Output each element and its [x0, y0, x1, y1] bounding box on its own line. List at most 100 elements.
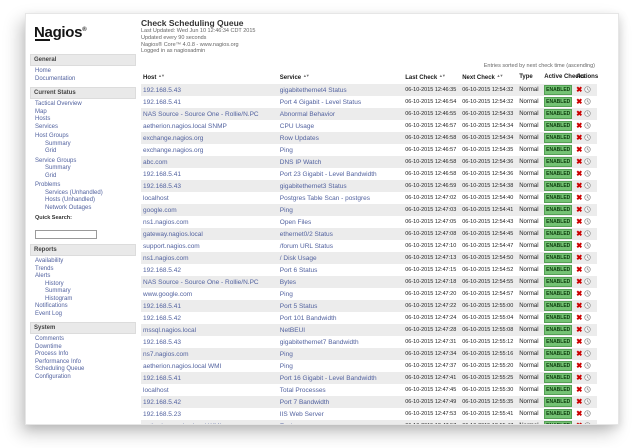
remove-event-x-icon[interactable]: ✖: [576, 337, 582, 346]
sidebar-item-trends[interactable]: Trends: [30, 266, 136, 274]
service-link[interactable]: NetBEUI: [280, 327, 305, 334]
host-link[interactable]: mssql.nagios.local: [143, 327, 196, 334]
sidebar-item-process-info[interactable]: Process Info: [30, 351, 136, 359]
remove-event-x-icon[interactable]: ✖: [576, 277, 582, 286]
reschedule-clock-icon[interactable]: [584, 362, 591, 370]
reschedule-clock-icon[interactable]: [584, 350, 591, 358]
reschedule-clock-icon[interactable]: [584, 230, 591, 238]
host-link[interactable]: 192.168.5.41: [143, 303, 181, 310]
host-link[interactable]: 192.168.5.43: [143, 87, 181, 94]
reschedule-clock-icon[interactable]: [584, 266, 591, 274]
sidebar-item-problems[interactable]: Problems: [30, 182, 136, 190]
host-link[interactable]: 192.168.5.42: [143, 399, 181, 406]
remove-event-x-icon[interactable]: ✖: [576, 145, 582, 154]
sidebar-item-downtime[interactable]: Downtime: [30, 344, 136, 352]
host-link[interactable]: abc.com: [143, 159, 168, 166]
reschedule-clock-icon[interactable]: [584, 194, 591, 202]
reschedule-clock-icon[interactable]: [584, 410, 591, 418]
service-link[interactable]: ethernet0/2 Status: [280, 231, 333, 238]
service-link[interactable]: Bytes: [280, 279, 296, 286]
reschedule-clock-icon[interactable]: [584, 314, 591, 322]
host-link[interactable]: NAS Source - Source One - Rollie/N.PC: [143, 279, 259, 286]
sidebar-item-home[interactable]: Home: [30, 68, 136, 76]
reschedule-clock-icon[interactable]: [584, 206, 591, 214]
service-link[interactable]: Ping: [280, 351, 293, 358]
remove-event-x-icon[interactable]: ✖: [576, 301, 582, 310]
sidebar-item-notifications[interactable]: Notifications: [30, 303, 136, 311]
service-link[interactable]: gigabitethernet3 Status: [280, 183, 347, 190]
remove-event-x-icon[interactable]: ✖: [576, 325, 582, 334]
reschedule-clock-icon[interactable]: [584, 386, 591, 394]
sidebar-item-network-outages[interactable]: Network Outages: [30, 205, 136, 213]
sidebar-item-service-groups[interactable]: Service Groups: [30, 158, 136, 166]
remove-event-x-icon[interactable]: ✖: [576, 409, 582, 418]
sidebar-item-comments[interactable]: Comments: [30, 336, 136, 344]
service-link[interactable]: Ping: [280, 207, 293, 214]
service-link[interactable]: Port 7 Bandwidth: [280, 399, 330, 406]
service-link[interactable]: Port 23 Gigabit - Level Bandwidth: [280, 171, 377, 178]
service-link[interactable]: CPU Usage: [280, 123, 314, 130]
sidebar-item-map[interactable]: Map: [30, 109, 136, 117]
reschedule-clock-icon[interactable]: [584, 422, 591, 425]
reschedule-clock-icon[interactable]: [584, 98, 591, 106]
remove-event-x-icon[interactable]: ✖: [576, 385, 582, 394]
service-link[interactable]: Ping: [280, 291, 293, 298]
host-link[interactable]: aetherion.nagios.local WMI: [143, 423, 221, 425]
reschedule-clock-icon[interactable]: [584, 182, 591, 190]
reschedule-clock-icon[interactable]: [584, 326, 591, 334]
sidebar-item-history[interactable]: History: [30, 281, 136, 289]
reschedule-clock-icon[interactable]: [584, 374, 591, 382]
remove-event-x-icon[interactable]: ✖: [576, 109, 582, 118]
remove-event-x-icon[interactable]: ✖: [576, 157, 582, 166]
reschedule-clock-icon[interactable]: [584, 398, 591, 406]
service-link[interactable]: Open Files: [280, 219, 311, 226]
host-link[interactable]: 192.168.5.42: [143, 315, 181, 322]
reschedule-clock-icon[interactable]: [584, 158, 591, 166]
remove-event-x-icon[interactable]: ✖: [576, 289, 582, 298]
service-link[interactable]: gigabitethernet4 Status: [280, 87, 347, 94]
remove-event-x-icon[interactable]: ✖: [576, 85, 582, 94]
remove-event-x-icon[interactable]: ✖: [576, 217, 582, 226]
sidebar-item-alerts[interactable]: Alerts: [30, 273, 136, 281]
reschedule-clock-icon[interactable]: [584, 146, 591, 154]
service-link[interactable]: Port 5 Status: [280, 303, 318, 310]
remove-event-x-icon[interactable]: ✖: [576, 181, 582, 190]
service-link[interactable]: Port 4 Gigabit - Level Status: [280, 99, 361, 106]
sidebar-item-tactical-overview[interactable]: Tactical Overview: [30, 101, 136, 109]
sidebar-item-grid[interactable]: Grid: [30, 173, 136, 181]
sidebar-item-services-unhandled[interactable]: Services (Unhandled): [30, 190, 136, 198]
reschedule-clock-icon[interactable]: [584, 290, 591, 298]
service-link[interactable]: Explorer: [280, 423, 304, 425]
host-link[interactable]: ns7.nagios.com: [143, 351, 189, 358]
remove-event-x-icon[interactable]: ✖: [576, 121, 582, 130]
remove-event-x-icon[interactable]: ✖: [576, 133, 582, 142]
remove-event-x-icon[interactable]: ✖: [576, 241, 582, 250]
service-link[interactable]: gigabitethernet7 Bandwidth: [280, 339, 359, 346]
remove-event-x-icon[interactable]: ✖: [576, 253, 582, 262]
service-link[interactable]: Row Updates: [280, 135, 319, 142]
remove-event-x-icon[interactable]: ✖: [576, 373, 582, 382]
sidebar-item-summary[interactable]: Summary: [30, 165, 136, 173]
sort-desc-icon[interactable]: ▼: [442, 73, 445, 78]
remove-event-x-icon[interactable]: ✖: [576, 193, 582, 202]
host-link[interactable]: localhost: [143, 387, 169, 394]
sidebar-item-performance-info[interactable]: Performance Info: [30, 359, 136, 367]
service-link[interactable]: / Disk Usage: [280, 255, 317, 262]
remove-event-x-icon[interactable]: ✖: [576, 349, 582, 358]
sidebar-item-host-groups[interactable]: Host Groups: [30, 133, 136, 141]
sidebar-item-event-log[interactable]: Event Log: [30, 311, 136, 319]
host-link[interactable]: exchange.nagios.org: [143, 135, 203, 142]
remove-event-x-icon[interactable]: ✖: [576, 361, 582, 370]
host-link[interactable]: support.nagios.com: [143, 243, 200, 250]
sidebar-item-grid[interactable]: Grid: [30, 148, 136, 156]
sidebar-item-services[interactable]: Services: [30, 124, 136, 132]
reschedule-clock-icon[interactable]: [584, 278, 591, 286]
remove-event-x-icon[interactable]: ✖: [576, 313, 582, 322]
service-link[interactable]: IIS Web Server: [280, 411, 324, 418]
host-link[interactable]: localhost: [143, 195, 169, 202]
reschedule-clock-icon[interactable]: [584, 218, 591, 226]
reschedule-clock-icon[interactable]: [584, 86, 591, 94]
reschedule-clock-icon[interactable]: [584, 338, 591, 346]
host-link[interactable]: google.com: [143, 207, 177, 214]
sidebar-item-hosts-unhandled[interactable]: Hosts (Unhandled): [30, 197, 136, 205]
